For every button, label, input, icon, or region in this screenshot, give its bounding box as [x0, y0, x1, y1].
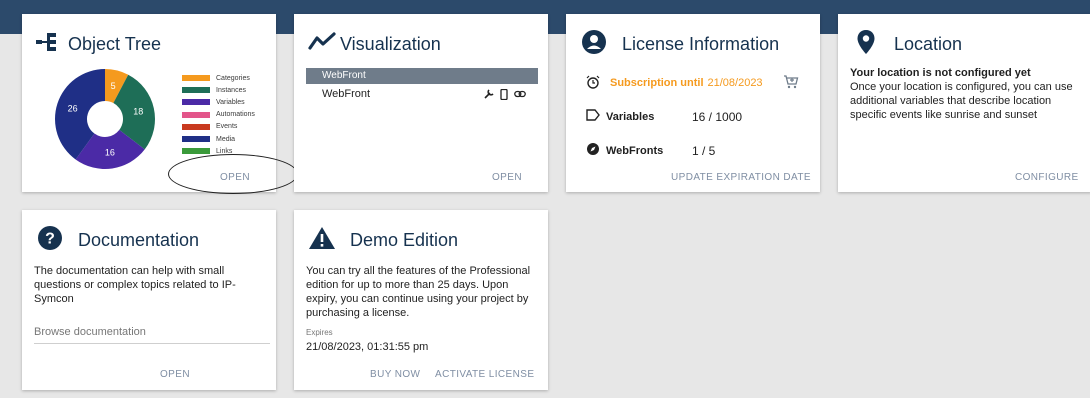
- account-circle-icon: [580, 28, 608, 56]
- link-icon[interactable]: [514, 89, 526, 103]
- legend-swatch: [182, 111, 210, 118]
- documentation-card: ? Documentation The documentation can he…: [22, 210, 276, 390]
- demo-edition-card: Demo Edition You can try all the feature…: [294, 210, 548, 390]
- visualization-open-button[interactable]: OPEN: [492, 172, 522, 183]
- demo-edition-description: You can try all the features of the Prof…: [306, 265, 531, 319]
- pie-label-instances: 18: [133, 107, 143, 117]
- license-card: License Information Subscription until 2…: [566, 14, 820, 192]
- browse-documentation-input[interactable]: Browse documentation: [34, 326, 270, 344]
- license-title: License Information: [622, 34, 780, 54]
- tag-icon: [586, 109, 600, 124]
- pie-label-categories: 5: [111, 81, 116, 91]
- legend-item-events: Events: [182, 121, 255, 133]
- webfronts-value: 1 / 5: [692, 143, 716, 158]
- object-tree-title: Object Tree: [68, 34, 162, 54]
- expires-label: Expires: [306, 328, 333, 337]
- legend-label: Categories: [216, 74, 250, 82]
- location-card: Location Your location is not configured…: [838, 14, 1090, 192]
- legend-swatch: [182, 123, 210, 130]
- location-heading: Your location is not configured yet: [850, 67, 1031, 79]
- subscription-date: 21/08/2023: [707, 77, 763, 89]
- svg-text:?: ?: [45, 231, 55, 248]
- legend-label: Automations: [216, 111, 255, 119]
- subscription-row: Subscription until 21/08/2023: [586, 74, 799, 92]
- mobile-icon[interactable]: [500, 88, 508, 103]
- legend-item-variables: Variables: [182, 96, 255, 108]
- demo-edition-title: Demo Edition: [350, 230, 459, 250]
- compass-icon: [586, 142, 600, 159]
- expires-value: 21/08/2023, 01:31:55 pm: [306, 341, 429, 353]
- webfront-row[interactable]: WebFront: [306, 86, 538, 104]
- configure-button[interactable]: CONFIGURE: [1015, 172, 1079, 183]
- legend-item-media: Media: [182, 133, 255, 145]
- location-title: Location: [894, 34, 963, 54]
- chart-line-icon: [308, 28, 336, 56]
- documentation-open-button[interactable]: OPEN: [160, 369, 190, 380]
- webfront-list-header: WebFront: [306, 68, 538, 84]
- documentation-title: Documentation: [78, 230, 200, 250]
- legend-swatch: [182, 99, 210, 106]
- alarm-clock-icon: [586, 75, 600, 92]
- wrench-icon[interactable]: [484, 89, 494, 103]
- pie-label-media: 26: [68, 103, 78, 113]
- legend-label: Events: [216, 123, 238, 131]
- variables-row: Variables 16 / 1000: [586, 109, 742, 124]
- visualization-title: Visualization: [340, 34, 441, 54]
- buy-now-button[interactable]: BUY NOW: [370, 369, 420, 380]
- object-tree-icon: [36, 28, 64, 56]
- activate-license-button[interactable]: ACTIVATE LICENSE: [435, 369, 534, 380]
- update-expiration-button[interactable]: UPDATE EXPIRATION DATE: [671, 172, 811, 183]
- legend-label: Variables: [216, 98, 245, 106]
- webfronts-row: WebFronts 1 / 5: [586, 142, 715, 159]
- legend-item-categories: Categories: [182, 72, 255, 84]
- legend-swatch: [182, 136, 210, 143]
- pie-label-variables: 16: [105, 148, 115, 158]
- legend-swatch: [182, 87, 210, 94]
- legend-label: Instances: [216, 86, 246, 94]
- map-pin-icon: [852, 28, 880, 56]
- legend-item-instances: Instances: [182, 84, 255, 96]
- object-tree-pie-chart: 5 18 16 26: [55, 69, 155, 169]
- location-description: Once your location is configured, you ca…: [850, 81, 1073, 121]
- webfront-row-name: WebFront: [322, 88, 371, 100]
- cart-icon[interactable]: [783, 74, 799, 92]
- legend-item-automations: Automations: [182, 109, 255, 121]
- object-tree-legend: Categories Instances Variables Automations E…: [182, 72, 255, 157]
- variables-value: 16 / 1000: [692, 109, 743, 124]
- help-circle-icon: ?: [36, 224, 64, 252]
- webfronts-label: WebFronts: [606, 144, 664, 157]
- legend-label: Media: [216, 135, 236, 143]
- legend-swatch: [182, 75, 210, 82]
- legend-swatch: [182, 148, 210, 155]
- variables-label: Variables: [606, 110, 655, 123]
- visualization-card: Visualization WebFront WebFront OPEN: [294, 14, 548, 192]
- documentation-description: The documentation can help with small qu…: [34, 265, 236, 305]
- warning-icon: [308, 224, 336, 252]
- subscription-label: Subscription until: [610, 77, 704, 89]
- annotation-ellipse: [168, 154, 298, 194]
